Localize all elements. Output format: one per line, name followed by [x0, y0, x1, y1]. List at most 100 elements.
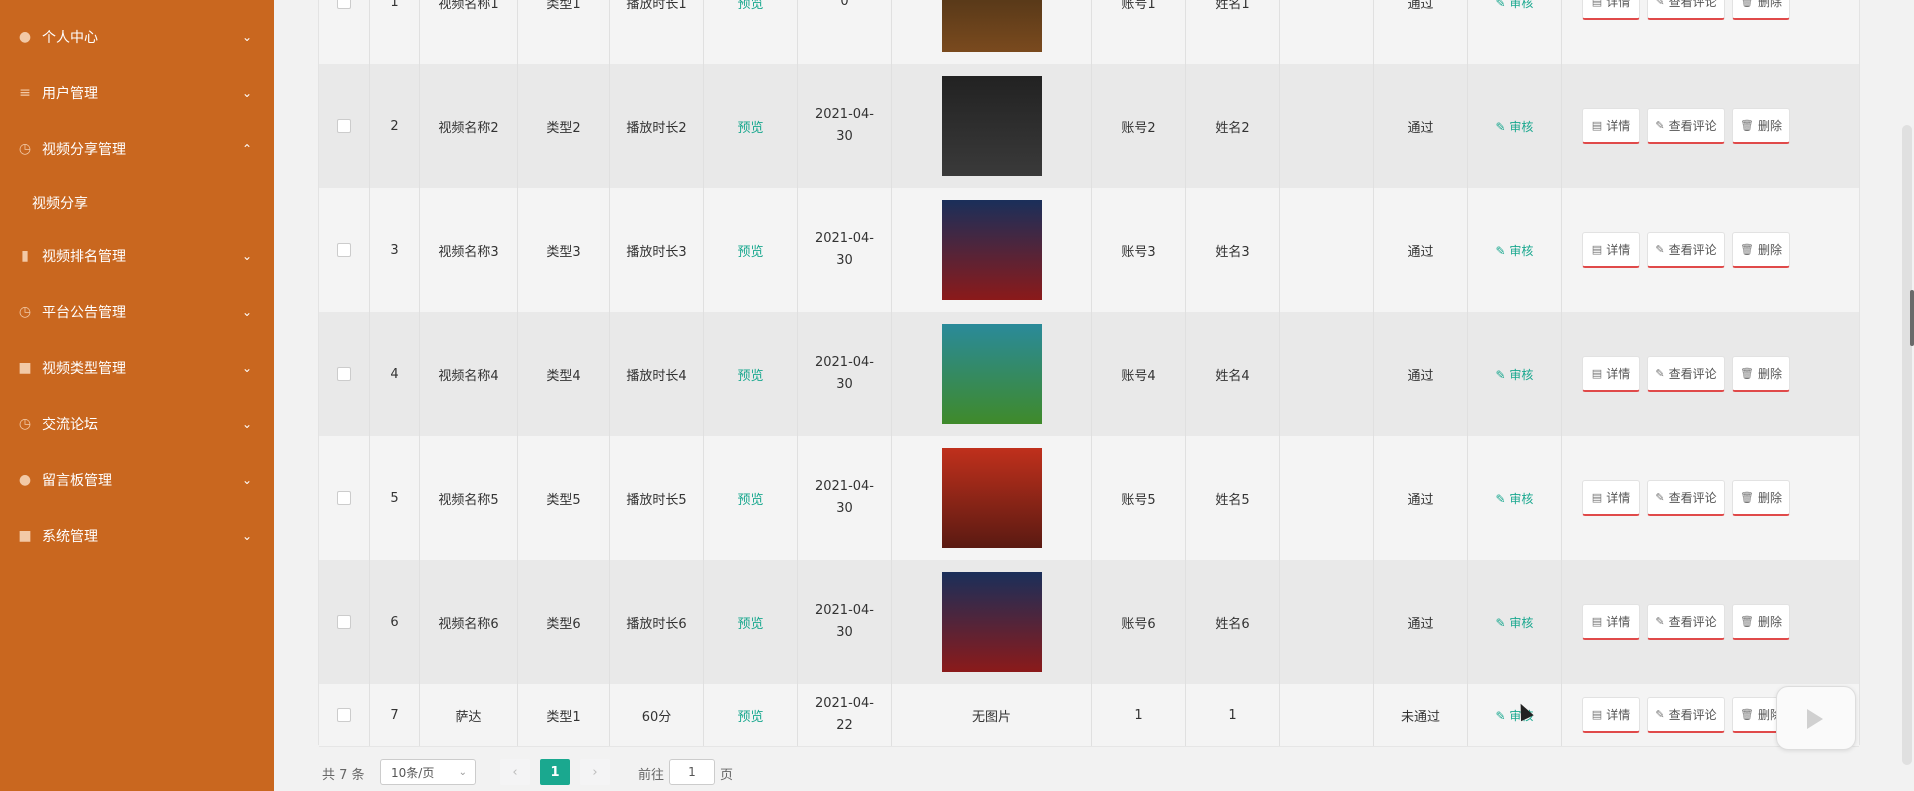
audit-label: 审核	[1509, 119, 1534, 134]
sidebar-item-video-ranking[interactable]: ▮ 视频排名管理 ⌄	[0, 236, 274, 276]
sidebar-item-user-management[interactable]: ≡ 用户管理 ⌄	[0, 73, 274, 113]
detail-button[interactable]: ▤ 详情	[1582, 480, 1640, 516]
vertical-scrollbar[interactable]	[1902, 125, 1914, 765]
table-cell-account: 账号1	[1091, 0, 1185, 64]
detail-button[interactable]: ▤ 详情	[1582, 108, 1640, 144]
sidebar-item-system[interactable]: ■ 系统管理 ⌄	[0, 516, 274, 556]
table-cell-empty	[1279, 436, 1373, 560]
bar-chart-icon: ▮	[21, 248, 29, 264]
edit-icon: ✎	[1495, 491, 1510, 506]
table-cell-preview: 预览	[703, 188, 797, 312]
delete-button[interactable]: 🗑 删除	[1732, 108, 1790, 144]
next-page-button[interactable]: ›	[580, 759, 610, 785]
table-cell-preview: 预览	[703, 312, 797, 436]
type-text: 类型6	[546, 616, 581, 632]
table-cell-status: 通过	[1373, 312, 1467, 436]
button-label: 详情	[1606, 119, 1631, 133]
realname-text: 姓名5	[1215, 492, 1250, 508]
audit-button[interactable]: ✎ 审核	[1496, 118, 1534, 135]
table-cell-actions: ▤ 详情 ✎ 查看评论 🗑 删除	[1561, 64, 1859, 188]
detail-button[interactable]: ▤ 详情	[1582, 697, 1640, 733]
floating-play-button[interactable]	[1776, 686, 1856, 750]
table-cell-date: 2021-04-30	[797, 188, 891, 312]
table-cell-check	[319, 64, 369, 188]
detail-button[interactable]: ▤ 详情	[1582, 604, 1640, 640]
goto-page-input[interactable]: 1	[669, 759, 715, 785]
table-cell-poster	[891, 436, 1091, 560]
index-text: 1	[390, 0, 399, 10]
preview-link[interactable]: 预览	[737, 365, 763, 384]
audit-button[interactable]: ✎ 审核	[1496, 614, 1534, 631]
current-page-button[interactable]: 1	[540, 759, 570, 785]
preview-link[interactable]: 预览	[737, 489, 763, 508]
row-checkbox[interactable]	[337, 491, 351, 505]
button-label: 详情	[1606, 615, 1631, 629]
preview-link[interactable]: 预览	[737, 706, 763, 725]
detail-button[interactable]: ▤ 详情	[1582, 232, 1640, 268]
table-cell-index: 2	[369, 64, 419, 188]
table-cell-index: 3	[369, 188, 419, 312]
table-cell-audit: ✎ 审核	[1467, 312, 1561, 436]
view-comments-button[interactable]: ✎ 查看评论	[1647, 108, 1725, 144]
view-comments-button[interactable]: ✎ 查看评论	[1647, 480, 1725, 516]
audit-button[interactable]: ✎ 审核	[1496, 0, 1534, 11]
clock-icon: ◷	[18, 416, 32, 432]
table-cell-check	[319, 684, 369, 746]
button-label: 详情	[1606, 0, 1631, 9]
delete-button[interactable]: 🗑 删除	[1732, 0, 1790, 20]
delete-button[interactable]: 🗑 删除	[1732, 356, 1790, 392]
table-cell-status: 通过	[1373, 0, 1467, 64]
row-checkbox[interactable]	[337, 708, 351, 722]
table-cell-type: 类型1	[517, 0, 609, 64]
account-text: 账号5	[1121, 492, 1156, 508]
button-label: 详情	[1606, 491, 1631, 505]
sidebar-item-personal-center[interactable]: ● 个人中心 ⌄	[0, 17, 274, 57]
sidebar-item-video-share-management[interactable]: ◷ 视频分享管理 ⌃	[0, 129, 274, 169]
delete-button[interactable]: 🗑 删除	[1732, 232, 1790, 268]
account-text: 账号2	[1121, 120, 1156, 136]
sidebar-item-message-board[interactable]: ● 留言板管理 ⌄	[0, 460, 274, 500]
index-text: 3	[390, 242, 399, 258]
audit-button[interactable]: ✎ 审核	[1496, 242, 1534, 259]
table-cell-preview: 预览	[703, 560, 797, 684]
table-cell-index: 5	[369, 436, 419, 560]
date-text: 2021-04-30	[814, 479, 874, 516]
scrollbar-thumb[interactable]	[1910, 290, 1914, 346]
edit-icon: ✎	[1495, 119, 1510, 134]
view-comments-button[interactable]: ✎ 查看评论	[1647, 232, 1725, 268]
edit-icon: ✎	[1655, 708, 1665, 721]
preview-link[interactable]: 预览	[737, 613, 763, 632]
trash-icon: 🗑	[1740, 119, 1754, 132]
view-comments-button[interactable]: ✎ 查看评论	[1647, 604, 1725, 640]
delete-button[interactable]: 🗑 删除	[1732, 480, 1790, 516]
button-label: 详情	[1606, 243, 1631, 257]
detail-button[interactable]: ▤ 详情	[1582, 0, 1640, 20]
row-checkbox[interactable]	[337, 0, 351, 9]
preview-link[interactable]: 预览	[737, 117, 763, 136]
document-icon: ▤	[1591, 491, 1603, 504]
row-checkbox[interactable]	[337, 119, 351, 133]
edit-icon: ✎	[1655, 615, 1665, 628]
preview-link[interactable]: 预览	[737, 241, 763, 260]
table-cell-index: 6	[369, 560, 419, 684]
view-comments-button[interactable]: ✎ 查看评论	[1647, 0, 1725, 20]
sidebar-subitem-video-share[interactable]: 视频分享	[32, 193, 88, 213]
view-comments-button[interactable]: ✎ 查看评论	[1647, 697, 1725, 733]
delete-button[interactable]: 🗑 删除	[1732, 604, 1790, 640]
table-cell-audit: ✎ 审核	[1467, 684, 1561, 746]
sidebar-item-video-type[interactable]: ■ 视频类型管理 ⌄	[0, 348, 274, 388]
user-icon: ●	[18, 472, 32, 488]
detail-button[interactable]: ▤ 详情	[1582, 356, 1640, 392]
prev-page-button[interactable]: ‹	[500, 759, 530, 785]
audit-button[interactable]: ✎ 审核	[1496, 366, 1534, 383]
sidebar-item-forum[interactable]: ◷ 交流论坛 ⌄	[0, 404, 274, 444]
page-size-select[interactable]: 10条/页 ⌄	[380, 759, 476, 785]
sidebar-item-announcement[interactable]: ◷ 平台公告管理 ⌄	[0, 292, 274, 332]
row-checkbox[interactable]	[337, 243, 351, 257]
chevron-up-icon: ⌃	[242, 142, 253, 156]
audit-button[interactable]: ✎ 审核	[1496, 490, 1534, 507]
preview-link[interactable]: 预览	[737, 0, 763, 12]
row-checkbox[interactable]	[337, 367, 351, 381]
row-checkbox[interactable]	[337, 615, 351, 629]
view-comments-button[interactable]: ✎ 查看评论	[1647, 356, 1725, 392]
